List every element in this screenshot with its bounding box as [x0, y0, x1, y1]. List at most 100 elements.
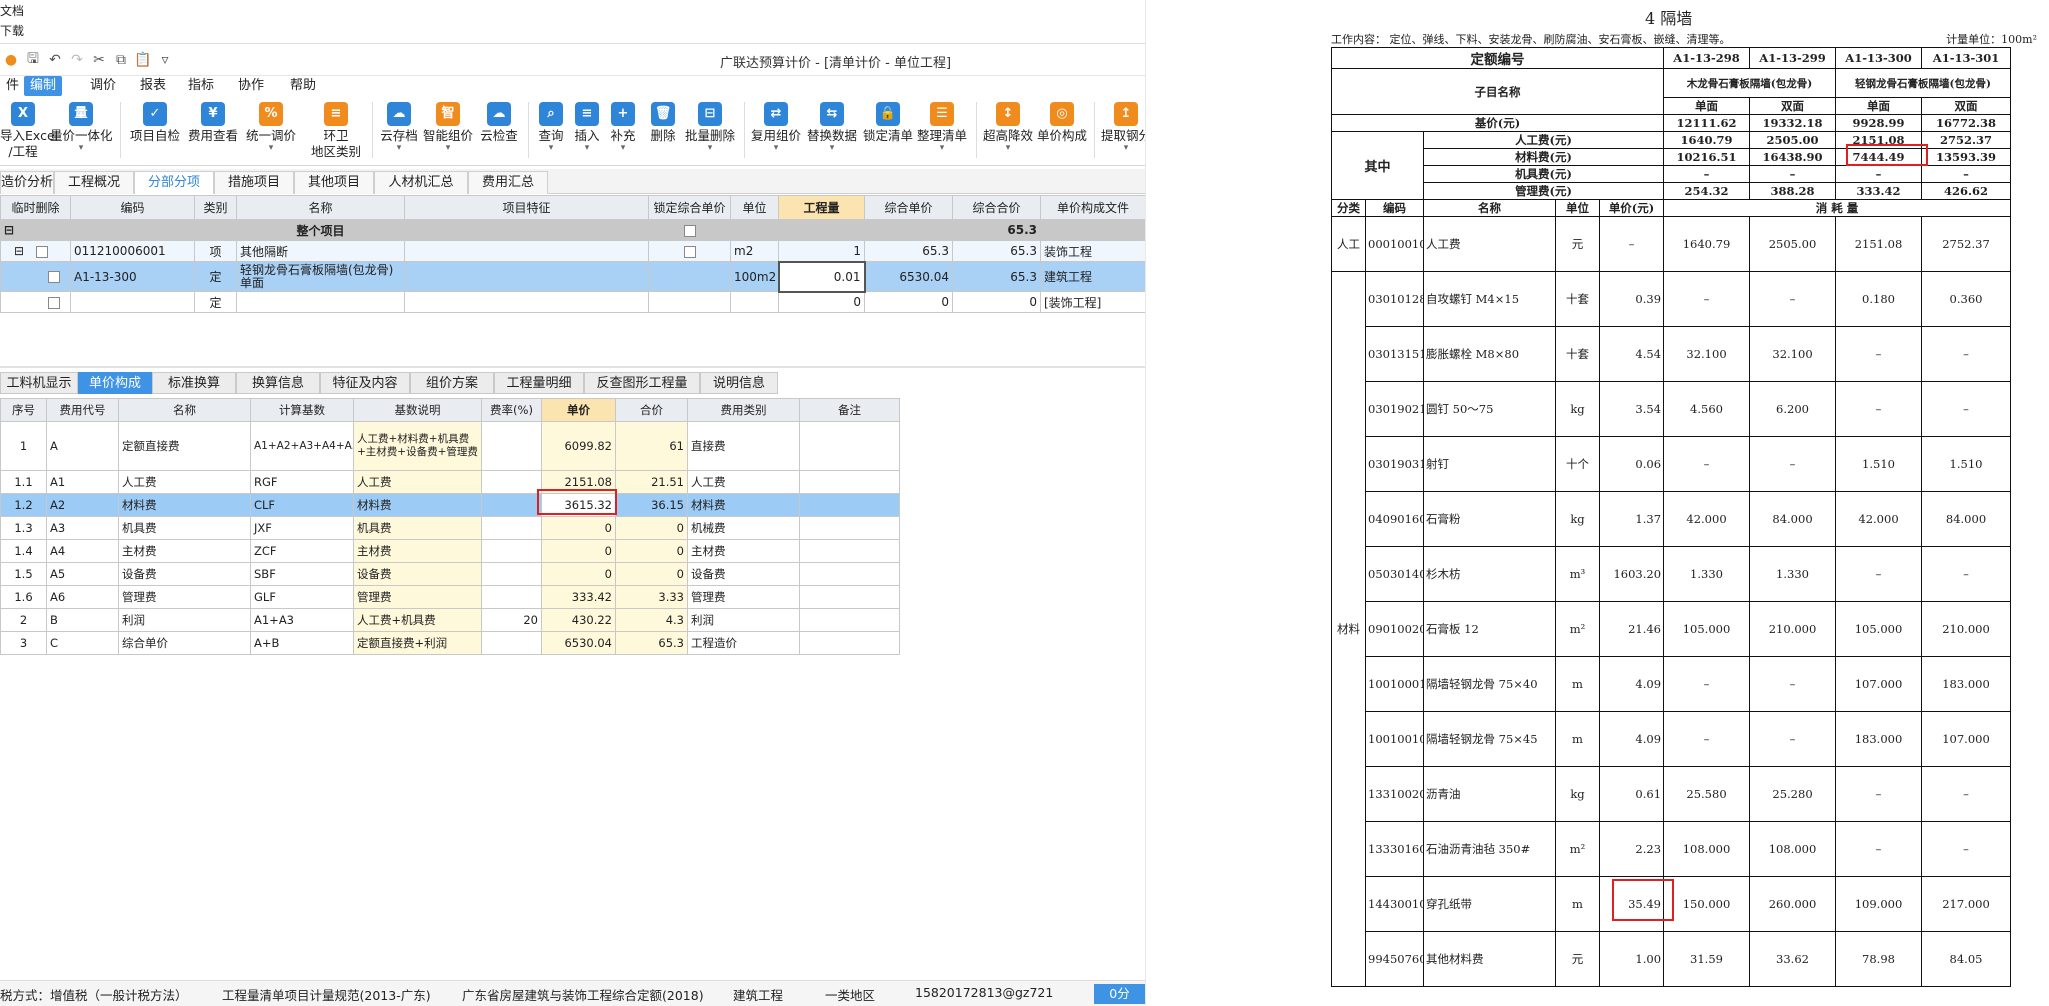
tab-project-overview[interactable]: 工程概况	[54, 171, 134, 194]
replace-data-button[interactable]: ⇆ 替换数据 ▾	[806, 102, 858, 164]
supplement-button[interactable]: + 补充 ▾	[608, 102, 638, 164]
tab-reverse-check[interactable]: 反查图形工程量	[584, 372, 700, 394]
row-checkbox[interactable]	[35, 245, 48, 258]
col-fee-code[interactable]: 费用代号	[46, 398, 119, 422]
cell-quantity[interactable]: 1	[778, 240, 865, 262]
menu-report[interactable]: 报表	[134, 76, 172, 96]
copy-icon[interactable]: ⧉	[110, 52, 132, 68]
cell-quantity[interactable]: 0	[778, 291, 865, 313]
extract-button[interactable]: ↥ 提取钢分 ▾	[1100, 102, 1145, 164]
menu-adjust[interactable]: 调价	[84, 76, 122, 96]
col-total-price[interactable]: 综合合价	[952, 195, 1041, 220]
col-name[interactable]: 名称	[236, 195, 405, 220]
tab-unit-price-composition[interactable]: 单价构成	[78, 372, 152, 394]
tab-measures[interactable]: 措施项目	[214, 171, 294, 194]
lock-checkbox[interactable]	[683, 224, 696, 237]
col-lock-price[interactable]: 锁定综合单价	[648, 195, 731, 220]
self-check-button[interactable]: ✓ 项目自检	[128, 102, 182, 164]
col-temp-delete[interactable]: 临时删除	[0, 195, 71, 220]
insert-button[interactable]: ≡ 插入 ▾	[572, 102, 602, 164]
smart-pricing-button[interactable]: 智智能组价 ▾	[422, 102, 474, 164]
col-seq[interactable]: 序号	[0, 398, 47, 422]
col-unit-price[interactable]: 综合单价	[864, 195, 953, 220]
cut-icon[interactable]: ✂	[88, 52, 110, 68]
tab-conversion-info[interactable]: 换算信息	[236, 372, 320, 394]
lock-checkbox[interactable]	[683, 245, 696, 258]
table-row[interactable]: ⊟ 整个项目 65.3	[0, 219, 1145, 241]
paste-icon[interactable]: 📋	[132, 52, 154, 68]
qat-more-icon[interactable]: ▿	[154, 52, 176, 68]
menu-edit[interactable]: 编制	[24, 76, 63, 96]
unit-price-composition-button[interactable]: ◎ 单价构成	[1036, 102, 1088, 164]
save-icon[interactable]: 🖫	[22, 48, 44, 72]
table-row[interactable]: 1 A 定额直接费 A1+A2+A3+A4+A5+A6 人工费+材料费+机具费+…	[0, 421, 900, 471]
table-row[interactable]: A1-13-300 定 轻钢龙骨石膏板隔墙(包龙骨)单面 100m2 0.01 …	[0, 260, 1145, 293]
pane-splitter[interactable]	[0, 366, 1145, 368]
tab-quantity-detail[interactable]: 工程量明细	[494, 372, 584, 394]
collapse-toggle[interactable]: ⊟	[14, 244, 24, 258]
table-row[interactable]: 定 0 0 0 [装饰工程]	[0, 291, 1145, 313]
tab-sub-items[interactable]: 分部分项	[134, 171, 214, 194]
col-fee-category[interactable]: 费用类别	[687, 398, 800, 422]
table-row[interactable]: ⊟ 011210006001 项 其他隔断 m2 1 65.3 65.3 装饰工…	[0, 240, 1145, 262]
col-calc-base[interactable]: 计算基数	[250, 398, 354, 422]
col-quantity[interactable]: 工程量	[778, 195, 865, 220]
organize-list-button[interactable]: ☰ 整理清单 ▾	[916, 102, 968, 164]
table-row[interactable]: 1.6 A6 管理费 GLF 管理费 333.42 3.33 管理费	[0, 585, 900, 609]
region-button[interactable]: ≡ 环卫 地区类别	[306, 102, 366, 164]
unified-price-button[interactable]: % 统一调价 ▾	[244, 102, 298, 164]
reuse-pricing-button[interactable]: ⇄ 复用组价 ▾	[750, 102, 802, 164]
batch-delete-button[interactable]: ⊟ 批量删除 ▾	[684, 102, 736, 164]
redo-icon[interactable]: ↷	[66, 52, 88, 68]
cell-total: 65.3	[952, 240, 1041, 262]
tab-other-items[interactable]: 其他项目	[294, 171, 374, 194]
undo-icon[interactable]: ↶	[44, 52, 66, 68]
quantity-price-button[interactable]: 量量价一体化 ▾	[50, 102, 113, 164]
top-item-download[interactable]: 下载	[0, 22, 24, 39]
tab-pricing-plan[interactable]: 组价方案	[410, 372, 494, 394]
cell-quantity-editing[interactable]: 0.01	[777, 260, 866, 293]
col-remark[interactable]: 备注	[799, 398, 900, 422]
col-amount[interactable]: 合价	[615, 398, 688, 422]
lock-list-button[interactable]: 🔒 锁定清单	[862, 102, 914, 164]
col-code[interactable]: 编码	[70, 195, 195, 220]
col-price-file[interactable]: 单价构成文件	[1040, 195, 1145, 220]
col-unit[interactable]: 单位	[730, 195, 779, 220]
tab-labor-material-summary[interactable]: 人材机汇总	[374, 171, 468, 194]
table-row[interactable]: 2 B 利润 A1+A3 人工费+机具费 20 430.22 4.3 利润	[0, 608, 900, 632]
tab-notes[interactable]: 说明信息	[700, 372, 778, 394]
table-row[interactable]: 1.1 A1 人工费 RGF 人工费 2151.08 21.51 人工费	[0, 470, 900, 494]
tab-standard-conversion[interactable]: 标准换算	[152, 372, 236, 394]
table-row[interactable]: 1.2 A2 材料费 CLF 材料费 3615.32 36.15 材料费	[0, 493, 900, 517]
cloud-save-button[interactable]: ☁ 云存档 ▾	[378, 102, 420, 164]
table-row[interactable]: 3 C 综合单价 A+B 定额直接费+利润 6530.04 65.3 工程造价	[0, 631, 900, 655]
cloud-check-button[interactable]: ☁ 云检查	[478, 102, 520, 164]
tab-cost-summary[interactable]: 费用汇总	[468, 171, 548, 194]
height-reduction-button[interactable]: ↕ 超高降效 ▾	[982, 102, 1034, 164]
status-score-button[interactable]: 0分	[1094, 984, 1145, 1004]
col-feature[interactable]: 项目特征	[404, 195, 649, 220]
row-checkbox[interactable]	[48, 271, 60, 283]
table-row[interactable]: 1.5 A5 设备费 SBF 设备费 0 0 设备费	[0, 562, 900, 586]
top-item-doc[interactable]: 文档	[0, 2, 24, 19]
menu-file[interactable]: 件	[0, 76, 25, 96]
query-button[interactable]: ⌕ 查询 ▾	[536, 102, 566, 164]
col-type[interactable]: 类别	[194, 195, 237, 220]
tab-material-display[interactable]: 工料机显示	[0, 372, 78, 394]
menu-collab[interactable]: 协作	[232, 76, 270, 96]
col-base-desc[interactable]: 基数说明	[353, 398, 482, 422]
col-fee-name[interactable]: 名称	[118, 398, 251, 422]
menu-help[interactable]: 帮助	[284, 76, 322, 96]
collapse-toggle[interactable]: ⊟	[0, 219, 71, 241]
delete-button[interactable]: 🗑 删除	[648, 102, 678, 164]
import-excel-button[interactable]: X 导入Excel/工程	[0, 102, 58, 164]
cost-view-button[interactable]: ¥ 费用查看	[186, 102, 240, 164]
tab-features[interactable]: 特征及内容	[320, 372, 410, 394]
table-row[interactable]: 1.3 A3 机具费 JXF 机具费 0 0 机械费	[0, 516, 900, 540]
col-price[interactable]: 单价	[541, 398, 616, 422]
tab-cost-analysis[interactable]: 造价分析	[0, 171, 54, 194]
row-checkbox[interactable]	[48, 296, 60, 309]
col-rate[interactable]: 费率(%)	[481, 398, 542, 422]
menu-index[interactable]: 指标	[182, 76, 220, 96]
table-row[interactable]: 1.4 A4 主材费 ZCF 主材费 0 0 主材费	[0, 539, 900, 563]
